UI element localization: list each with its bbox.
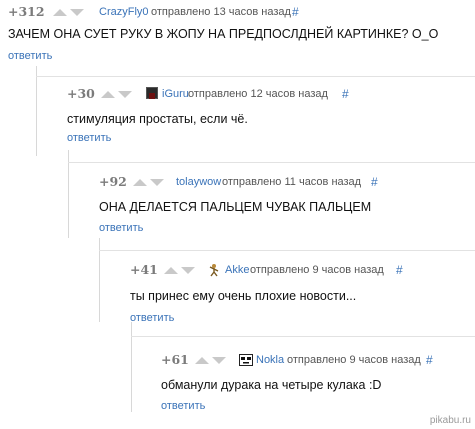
reply-link[interactable]: ответить <box>67 131 111 145</box>
comment-permalink[interactable]: # <box>342 86 349 102</box>
vote-up-icon[interactable] <box>133 179 147 186</box>
reply-link[interactable]: ответить <box>99 221 143 235</box>
comment: +312 CrazyFly0 отправлено 13 часов назад… <box>8 4 468 66</box>
comment-rating: +61 <box>161 352 189 367</box>
thread-line <box>68 150 69 238</box>
comment-permalink[interactable]: # <box>371 174 378 190</box>
comment-text: стимуляция простаты, если чё. <box>67 112 248 126</box>
comment-permalink[interactable]: # <box>426 352 433 368</box>
comment: +41 Akke отправлено 9 часов назад # ты п… <box>104 262 474 324</box>
comment-timestamp: отправлено 12 часов назад <box>188 88 328 100</box>
comment-header: +312 CrazyFly0 отправлено 13 часов назад… <box>8 4 468 20</box>
author-link[interactable]: CrazyFly0 <box>99 4 149 20</box>
author-link[interactable]: iGuru <box>162 86 189 102</box>
separator <box>68 162 475 163</box>
dark-avatar-icon <box>146 87 158 99</box>
comment-rating: +30 <box>67 86 95 101</box>
comment-header: +41 Akke отправлено 9 часов назад # <box>104 262 474 278</box>
face-avatar-icon <box>239 353 253 366</box>
comment-timestamp: отправлено 13 часов назад <box>151 6 291 18</box>
site-watermark: pikabu.ru <box>429 415 471 426</box>
comment-text: ЗАЧЕМ ОНА СУЕТ РУКУ В ЖОПУ НА ПРЕДПОСЛДН… <box>8 27 439 41</box>
comment-text: обманули дурака на четыре кулака :D <box>161 378 382 392</box>
author-link[interactable]: Akke <box>225 262 249 278</box>
comment-permalink[interactable]: # <box>292 4 299 20</box>
vote-up-icon[interactable] <box>53 9 67 16</box>
vote-down-icon[interactable] <box>70 9 84 16</box>
reply-link[interactable]: ответить <box>8 49 52 63</box>
reply-link[interactable]: ответить <box>161 399 205 413</box>
comment-header: +61 Nokla отправлено 9 часов назад # <box>135 352 470 368</box>
comment: +61 Nokla отправлено 9 часов назад # обм… <box>135 352 470 416</box>
comment-timestamp: отправлено 9 часов назад <box>287 354 421 366</box>
vote-down-icon[interactable] <box>118 91 132 98</box>
separator <box>99 250 475 251</box>
vote-down-icon[interactable] <box>181 267 195 274</box>
comment-timestamp: отправлено 11 часов назад <box>222 176 362 188</box>
figure-avatar-icon <box>208 263 220 277</box>
comment-text: ОНА ДЕЛАЕТСЯ ПАЛЬЦЕМ ЧУВАК ПАЛЬЦЕМ <box>99 200 372 214</box>
comment: +92 tolaywow отправлено 11 часов назад #… <box>72 174 472 236</box>
comment-rating: +92 <box>99 174 127 189</box>
author-link[interactable]: Nokla <box>256 352 284 368</box>
vote-up-icon[interactable] <box>164 267 178 274</box>
comment-permalink[interactable]: # <box>396 262 403 278</box>
comment-header: +30 iGuru отправлено 12 часов назад # <box>40 86 470 102</box>
comment-header: +92 tolaywow отправлено 11 часов назад # <box>72 174 472 190</box>
comment-timestamp: отправлено 9 часов назад <box>250 264 384 276</box>
vote-up-icon[interactable] <box>195 357 209 364</box>
comment-rating: +41 <box>130 262 158 277</box>
vote-down-icon[interactable] <box>150 179 164 186</box>
author-link[interactable]: tolaywow <box>176 174 221 190</box>
reply-link[interactable]: ответить <box>130 311 174 325</box>
separator <box>36 76 475 77</box>
vote-down-icon[interactable] <box>212 357 226 364</box>
comment: +30 iGuru отправлено 12 часов назад # ст… <box>40 86 470 148</box>
vote-up-icon[interactable] <box>101 91 115 98</box>
thread-line <box>36 66 37 156</box>
separator <box>131 336 475 337</box>
comment-rating: +312 <box>8 4 45 19</box>
comment-text: ты принес ему очень плохие новости... <box>130 289 357 303</box>
